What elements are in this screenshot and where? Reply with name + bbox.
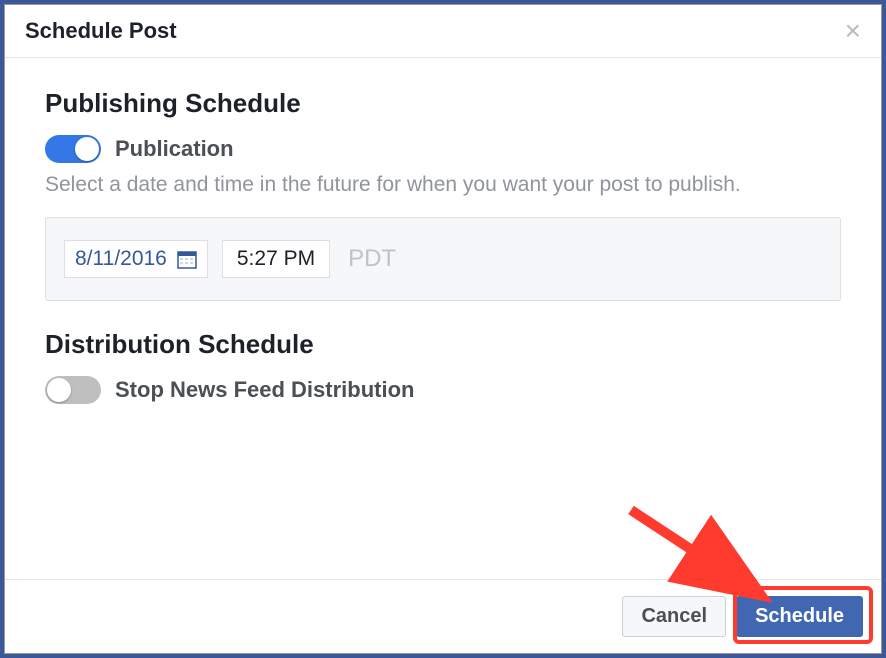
toggle-knob — [47, 378, 71, 402]
stop-distribution-toggle[interactable] — [45, 376, 101, 404]
modal-footer: Cancel Schedule — [5, 579, 881, 653]
schedule-button[interactable]: Schedule — [736, 596, 863, 637]
publication-toggle-row: Publication — [45, 135, 841, 163]
modal-header: Schedule Post × — [5, 5, 881, 58]
publication-toggle[interactable] — [45, 135, 101, 163]
publishing-schedule-heading: Publishing Schedule — [45, 88, 841, 119]
modal-title: Schedule Post — [25, 18, 177, 44]
timezone-label: PDT — [348, 245, 396, 273]
close-icon[interactable]: × — [845, 17, 861, 45]
stop-distribution-toggle-label: Stop News Feed Distribution — [115, 377, 414, 403]
time-value: 5:27 PM — [237, 247, 315, 270]
datetime-container: 8/11/2016 5:27 PM PDT — [45, 217, 841, 301]
distribution-toggle-row: Stop News Feed Distribution — [45, 376, 841, 404]
publication-description: Select a date and time in the future for… — [45, 171, 841, 199]
distribution-schedule-heading: Distribution Schedule — [45, 329, 841, 360]
calendar-icon — [177, 249, 197, 269]
schedule-post-modal: Schedule Post × Publishing Schedule Publ… — [4, 4, 882, 654]
date-value: 8/11/2016 — [75, 247, 167, 271]
cancel-button[interactable]: Cancel — [622, 596, 726, 637]
toggle-knob — [75, 137, 99, 161]
date-input[interactable]: 8/11/2016 — [64, 240, 208, 278]
time-input[interactable]: 5:27 PM — [222, 240, 330, 278]
modal-body: Publishing Schedule Publication Select a… — [5, 58, 881, 579]
publication-toggle-label: Publication — [115, 136, 234, 162]
